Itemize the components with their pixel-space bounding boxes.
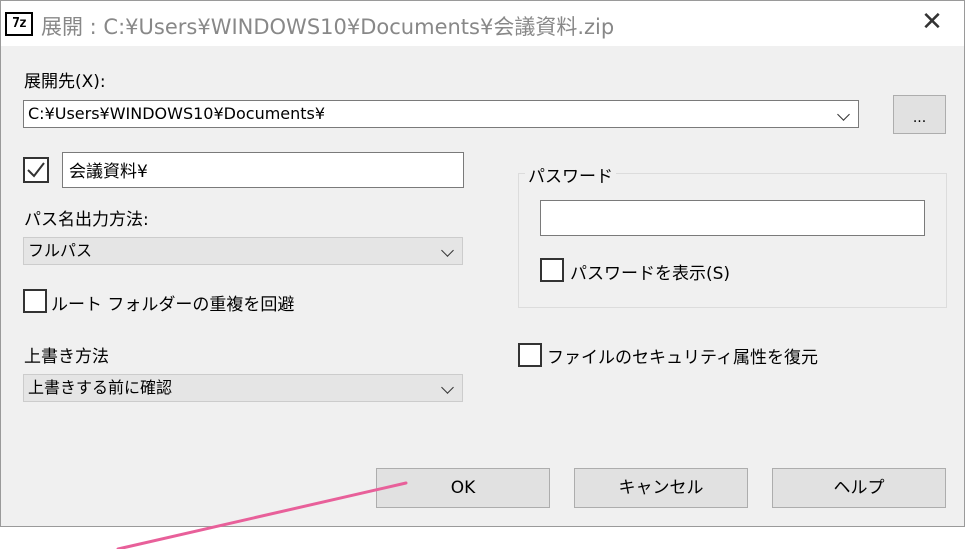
annotation-pointer-line	[116, 481, 408, 549]
